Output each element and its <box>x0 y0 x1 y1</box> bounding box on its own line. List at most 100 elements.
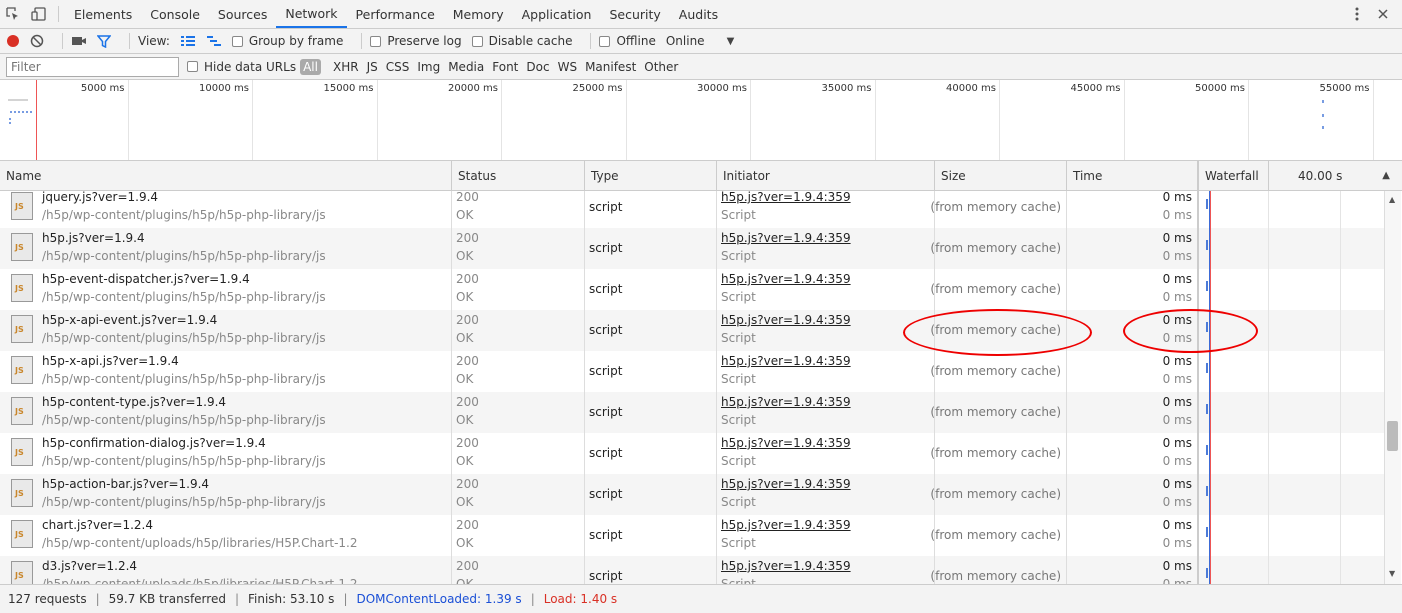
tab-memory[interactable]: Memory <box>444 0 513 28</box>
tab-console[interactable]: Console <box>141 0 209 28</box>
status-cell: 200 OK <box>452 392 585 433</box>
tab-audits[interactable]: Audits <box>670 0 727 28</box>
initiator-link[interactable]: h5p.js?ver=1.9.4:359 <box>721 518 851 532</box>
filter-type-manifest[interactable]: Manifest <box>581 60 640 74</box>
clear-button[interactable] <box>30 34 44 48</box>
preserve-log-checkbox[interactable] <box>370 35 382 47</box>
request-table-scrollbar[interactable]: ▲ ▼ <box>1384 191 1401 584</box>
group-by-frame-checkbox[interactable] <box>231 35 243 47</box>
waterfall-bar <box>1206 445 1208 455</box>
hide-data-urls-toggle[interactable]: Hide data URLs <box>187 60 296 74</box>
request-path: /h5p/wp-content/plugins/h5p/h5p-php-libr… <box>42 495 326 509</box>
request-path: /h5p/wp-content/plugins/h5p/h5p-php-libr… <box>42 290 326 304</box>
close-icon[interactable] <box>1370 9 1396 19</box>
offline-checkbox[interactable] <box>599 35 611 47</box>
table-row[interactable]: JS h5p-content-type.js?ver=1.9.4/h5p/wp-c… <box>0 392 1384 433</box>
initiator-link[interactable]: h5p.js?ver=1.9.4:359 <box>721 477 851 491</box>
initiator-link[interactable]: h5p.js?ver=1.9.4:359 <box>721 313 851 327</box>
preserve-log-toggle[interactable]: Preserve log <box>370 34 462 48</box>
status-code: 200 <box>456 518 479 532</box>
initiator-cell: h5p.js?ver=1.9.4:359 Script <box>717 351 935 392</box>
initiator-link[interactable]: h5p.js?ver=1.9.4:359 <box>721 354 851 368</box>
type-cell: script <box>585 556 717 584</box>
initiator-link[interactable]: h5p.js?ver=1.9.4:359 <box>721 191 851 204</box>
initiator-link[interactable]: h5p.js?ver=1.9.4:359 <box>721 395 851 409</box>
disable-cache-toggle[interactable]: Disable cache <box>471 34 572 48</box>
table-row[interactable]: JS h5p.js?ver=1.9.4/h5p/wp-content/plugin… <box>0 228 1384 269</box>
device-toolbar-icon[interactable] <box>26 0 52 28</box>
filter-type-img[interactable]: Img <box>413 60 444 74</box>
initiator-link[interactable]: h5p.js?ver=1.9.4:359 <box>721 559 851 573</box>
status-text: OK <box>456 577 474 584</box>
filter-type-ws[interactable]: WS <box>554 60 581 74</box>
time-cell: 0 ms 0 ms <box>1067 392 1199 433</box>
table-row[interactable]: JS h5p-action-bar.js?ver=1.9.4/h5p/wp-con… <box>0 474 1384 515</box>
scroll-up-icon[interactable]: ▲ <box>1389 195 1395 204</box>
filter-type-media[interactable]: Media <box>444 60 488 74</box>
initiator-link[interactable]: h5p.js?ver=1.9.4:359 <box>721 231 851 245</box>
filter-toggle-button[interactable] <box>97 34 111 48</box>
filter-type-xhr[interactable]: XHR <box>329 60 363 74</box>
waterfall-scale-header[interactable]: 40.00 s ▲ <box>1269 161 1400 190</box>
size-value: (from memory cache) <box>930 282 1061 296</box>
overview-toggle-button[interactable] <box>206 35 222 47</box>
table-row[interactable]: JS d3.js?ver=1.2.4/h5p/wp-content/uploads… <box>0 556 1384 584</box>
tab-network[interactable]: Network <box>276 0 347 28</box>
filter-type-font[interactable]: Font <box>488 60 522 74</box>
hide-data-urls-checkbox[interactable] <box>187 61 198 72</box>
tab-performance[interactable]: Performance <box>347 0 444 28</box>
table-row[interactable]: JS jquery.js?ver=1.9.4/h5p/wp-content/plu… <box>0 191 1384 228</box>
group-by-frame-toggle[interactable]: Group by frame <box>231 34 343 48</box>
initiator-link[interactable]: h5p.js?ver=1.9.4:359 <box>721 272 851 286</box>
more-options-icon[interactable] <box>1344 7 1370 21</box>
status-text: OK <box>456 208 474 222</box>
column-waterfall-header[interactable]: Waterfall <box>1199 161 1269 190</box>
throttling-select[interactable]: Online ▼ <box>666 34 734 48</box>
initiator-type: Script <box>721 208 756 222</box>
initiator-link[interactable]: h5p.js?ver=1.9.4:359 <box>721 436 851 450</box>
scrollbar-thumb[interactable] <box>1387 421 1398 451</box>
table-row[interactable]: JS h5p-confirmation-dialog.js?ver=1.9.4/h… <box>0 433 1384 474</box>
capture-screenshots-button[interactable] <box>71 35 87 47</box>
waterfall-bar <box>1206 281 1208 291</box>
status-code: 200 <box>456 436 479 450</box>
request-name: h5p-event-dispatcher.js?ver=1.9.4 <box>42 272 250 286</box>
filter-type-doc[interactable]: Doc <box>522 60 553 74</box>
offline-toggle[interactable]: Offline <box>599 34 656 48</box>
tab-application[interactable]: Application <box>513 0 601 28</box>
js-file-icon: JS <box>11 356 33 384</box>
filter-type-js[interactable]: JS <box>363 60 382 74</box>
column-status-header[interactable]: Status <box>452 161 585 190</box>
overview-tick-label: 20000 ms <box>448 83 498 94</box>
overview-timeline[interactable]: 5000 ms 10000 ms 15000 ms 20000 ms 25000 ms 3… <box>0 80 1402 161</box>
status-code: 200 <box>456 313 479 327</box>
type-cell: script <box>585 392 717 433</box>
scroll-down-icon[interactable]: ▼ <box>1389 569 1395 578</box>
tab-sources[interactable]: Sources <box>209 0 276 28</box>
table-row[interactable]: JS chart.js?ver=1.2.4/h5p/wp-content/uplo… <box>0 515 1384 556</box>
filter-input[interactable] <box>6 56 179 77</box>
tab-elements[interactable]: Elements <box>65 0 141 28</box>
inspect-element-icon[interactable] <box>0 0 26 28</box>
column-type-header[interactable]: Type <box>585 161 717 190</box>
column-name-header[interactable]: Name <box>0 161 452 190</box>
record-button[interactable] <box>6 34 20 48</box>
column-initiator-header[interactable]: Initiator <box>717 161 935 190</box>
large-rows-button[interactable] <box>180 35 196 47</box>
disable-cache-checkbox[interactable] <box>471 35 483 47</box>
name-cell: JS h5p-event-dispatcher.js?ver=1.9.4/h5p/… <box>0 269 452 310</box>
filter-type-css[interactable]: CSS <box>382 60 414 74</box>
initiator-type: Script <box>721 577 756 584</box>
time-value: 0 ms <box>1162 559 1192 573</box>
overview-tick-label: 5000 ms <box>80 83 125 94</box>
column-size-header[interactable]: Size <box>935 161 1067 190</box>
filter-type-other[interactable]: Other <box>640 60 682 74</box>
request-path: /h5p/wp-content/plugins/h5p/h5p-php-libr… <box>42 372 326 386</box>
tab-security[interactable]: Security <box>600 0 669 28</box>
table-row[interactable]: JS h5p-x-api.js?ver=1.9.4/h5p/wp-content/… <box>0 351 1384 392</box>
table-row[interactable]: JS h5p-event-dispatcher.js?ver=1.9.4/h5p/… <box>0 269 1384 310</box>
filter-type-all[interactable]: All <box>300 58 321 75</box>
filter-icon <box>97 35 111 48</box>
column-time-header[interactable]: Time <box>1067 161 1199 190</box>
resource-type: script <box>589 405 623 419</box>
